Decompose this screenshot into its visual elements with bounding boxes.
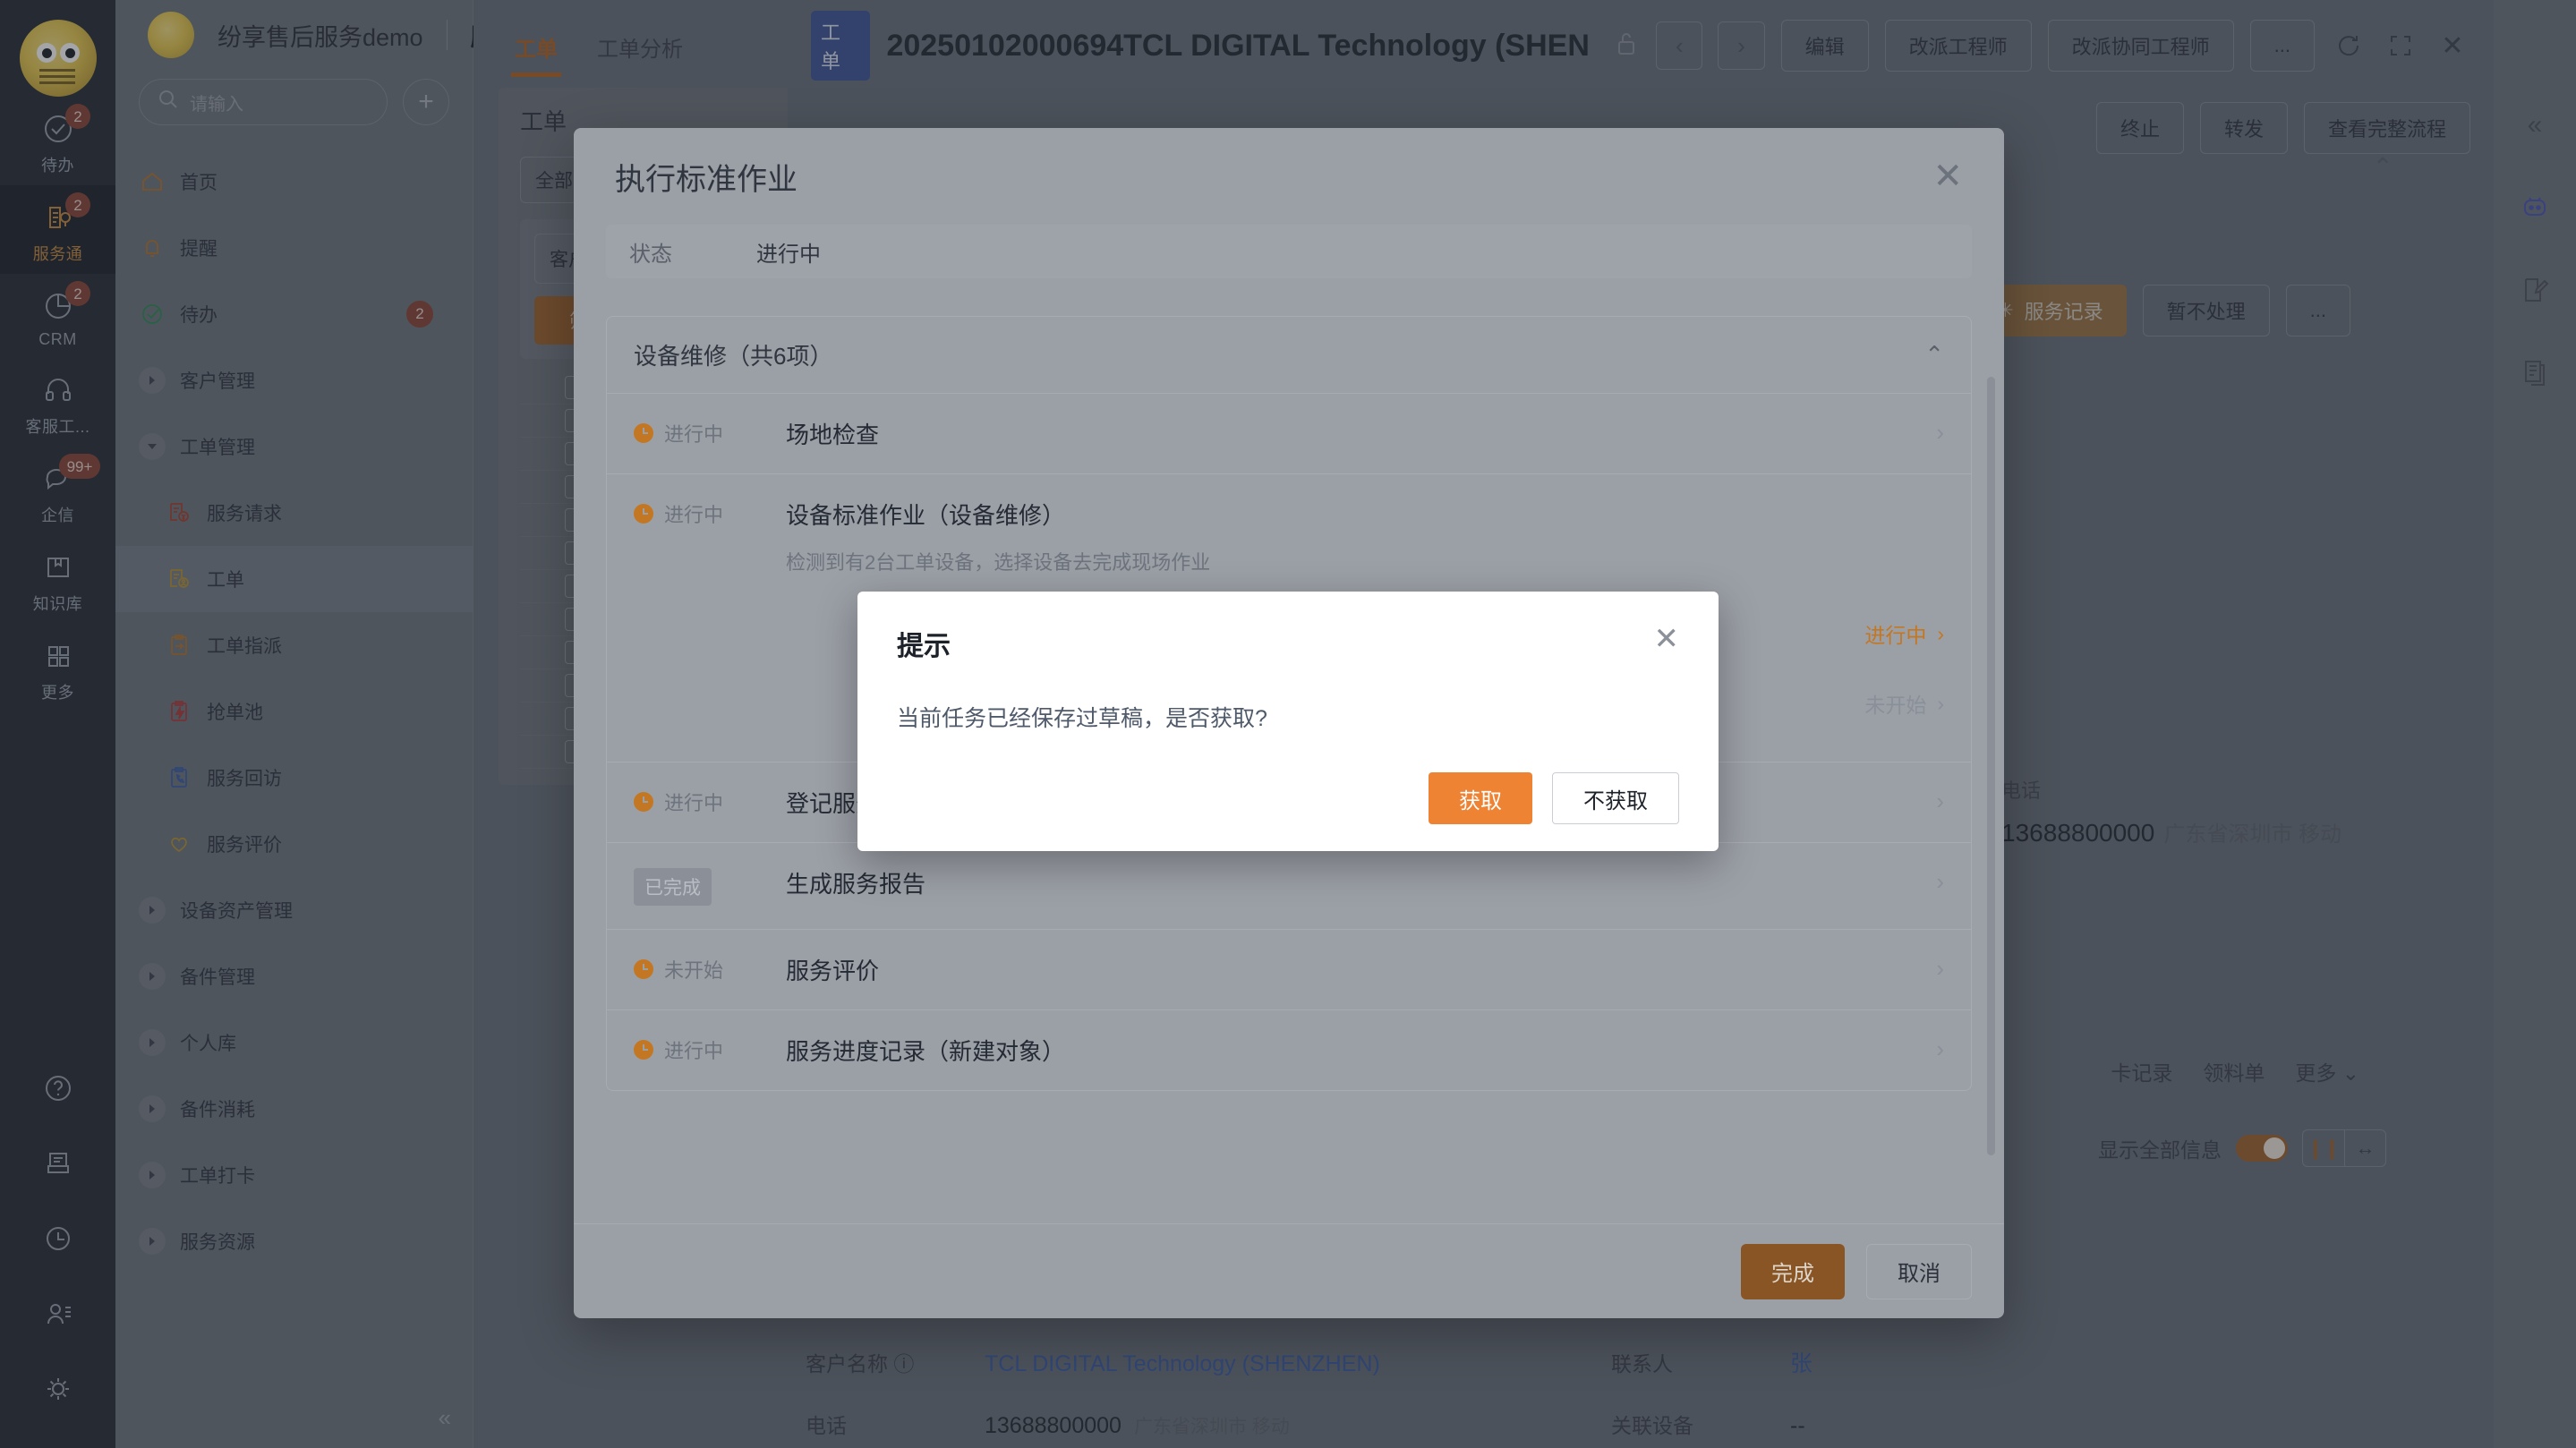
- chevron-right-icon[interactable]: ›: [1918, 1034, 1944, 1063]
- task-name: 设备标准作业（设备维修）: [786, 502, 1066, 529]
- sop-status-card: 状态 进行中: [606, 225, 1972, 278]
- task-name: 服务进度记录（新建对象）: [786, 1038, 1066, 1065]
- sop-section-title: 设备维修（共6项）: [634, 343, 833, 370]
- task-status: 进行中: [634, 786, 786, 816]
- sop-status-value: 进行中: [756, 242, 821, 267]
- discard-draft-button[interactable]: 不获取: [1552, 772, 1679, 824]
- confirm-dialog-message: 当前任务已经保存过草稿，是否获取?: [897, 706, 1267, 731]
- app-root: 待办 2 服务通 2 CRM 2 客服工... 企信 99+ 知识库 更多 请输…: [0, 0, 2576, 1448]
- task-status: 已完成: [634, 866, 786, 906]
- confirm-dialog-title: 提示: [897, 632, 951, 661]
- chevron-right-icon[interactable]: ›: [1918, 417, 1944, 447]
- confirm-dialog-actions: 获取 不获取: [897, 772, 1679, 824]
- chevron-right-icon[interactable]: ›: [1918, 866, 1944, 896]
- task-status: 未开始: [634, 953, 786, 984]
- device-status[interactable]: 进行中 ›: [1864, 618, 1944, 649]
- sop-modal-footer: 完成 取消: [574, 1223, 2004, 1318]
- task-name: 服务评价: [786, 958, 880, 984]
- task-row[interactable]: 已完成 生成服务报告 ›: [607, 843, 1971, 930]
- in-progress-icon: [634, 423, 653, 443]
- retrieve-draft-button[interactable]: 获取: [1429, 772, 1532, 824]
- sop-section-header[interactable]: 设备维修（共6项） ⌃: [607, 317, 1971, 394]
- task-status: 进行中: [634, 498, 786, 528]
- device-status[interactable]: 未开始 ›: [1864, 688, 1944, 719]
- not-started-icon: [634, 959, 653, 979]
- task-content: 生成服务报告: [786, 866, 1918, 899]
- task-content: 服务评价: [786, 953, 1918, 986]
- task-status: 进行中: [634, 1034, 786, 1064]
- close-icon[interactable]: ✕: [1932, 158, 1963, 194]
- task-row[interactable]: 进行中 场地检查 ›: [607, 394, 1971, 474]
- sop-modal-header: 执行标准作业 ✕: [574, 128, 2004, 225]
- task-status-label: 进行中: [664, 504, 724, 526]
- task-content: 场地检查: [786, 417, 1918, 450]
- scrollbar-thumb[interactable]: [1987, 377, 1995, 1155]
- in-progress-icon: [634, 792, 653, 812]
- chevron-right-icon[interactable]: ›: [1918, 786, 1944, 815]
- task-description: 检测到有2台工单设备，选择设备去完成现场作业: [786, 551, 1211, 574]
- task-status-label: 进行中: [664, 1040, 724, 1062]
- task-row[interactable]: 未开始 服务评价 ›: [607, 930, 1971, 1010]
- task-name: 生成服务报告: [786, 871, 926, 898]
- task-row[interactable]: 进行中 服务进度记录（新建对象） ›: [607, 1010, 1971, 1090]
- task-status: 进行中: [634, 417, 786, 447]
- confirm-dialog: 提示 ✕ 当前任务已经保存过草稿，是否获取? 获取 不获取: [857, 592, 1719, 851]
- task-status-label: 进行中: [664, 423, 724, 446]
- chevron-up-icon[interactable]: ⌃: [1924, 341, 1944, 369]
- in-progress-icon: [634, 504, 653, 524]
- task-content: 服务进度记录（新建对象）: [786, 1034, 1918, 1067]
- sop-status-label: 状态: [629, 242, 672, 267]
- confirm-dialog-header: 提示 ✕: [897, 624, 1679, 663]
- task-status-label: 未开始: [664, 959, 724, 982]
- task-name: 场地检查: [786, 422, 880, 448]
- in-progress-icon: [634, 1040, 653, 1060]
- task-status-label: 进行中: [664, 792, 724, 814]
- task-status-badge: 已完成: [634, 868, 712, 906]
- chevron-right-icon[interactable]: ›: [1918, 953, 1944, 983]
- cancel-button[interactable]: 取消: [1866, 1243, 1972, 1299]
- close-icon[interactable]: ✕: [1654, 624, 1680, 654]
- sop-modal-title: 执行标准作业: [615, 162, 798, 197]
- complete-button[interactable]: 完成: [1741, 1243, 1845, 1299]
